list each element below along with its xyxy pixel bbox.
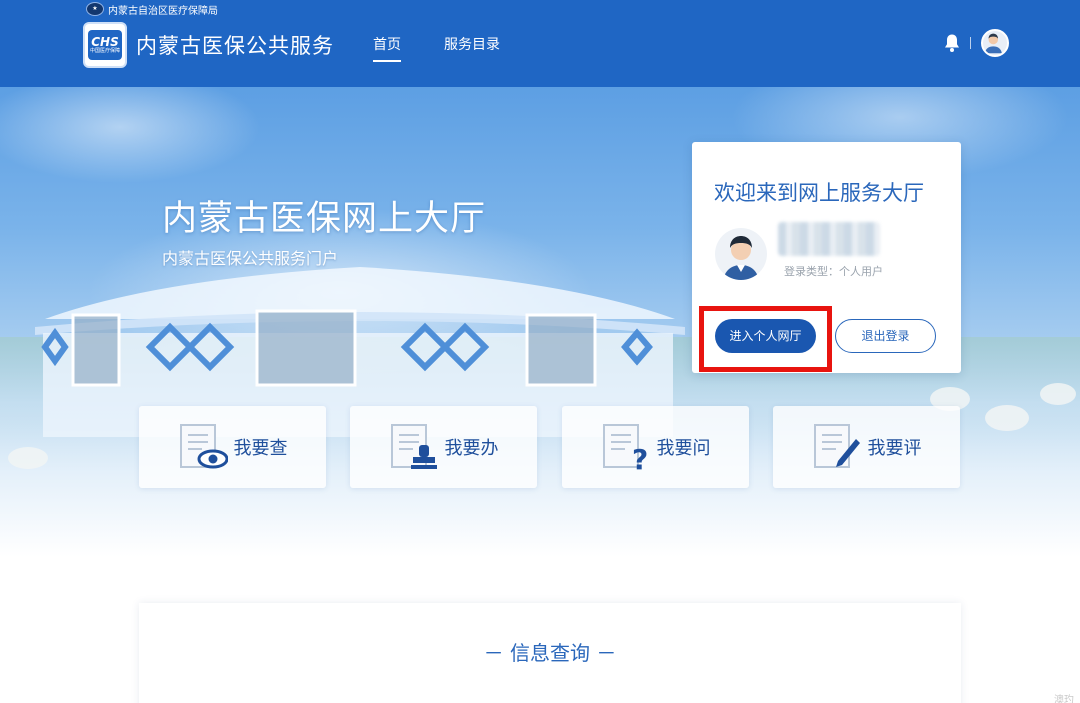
service-label: 我要查 [233,438,288,459]
doc-stamp-icon [390,424,437,469]
login-type-label: 登录类型：个人用户 [784,265,883,278]
chs-logo-text: CHS [91,34,119,49]
sheep-decoration [8,447,48,469]
doc-pen-icon [813,424,860,468]
blurred-username [778,222,880,256]
notification-bell-icon[interactable] [943,33,961,53]
user-avatar-icon [723,236,759,280]
svg-text:?: ? [632,443,648,471]
service-tile-evaluate[interactable]: 我要评 [773,406,960,488]
hero-title: 内蒙古医保网上大厅 [162,199,487,239]
doc-question-icon: ? [602,424,648,471]
user-avatar [715,228,767,280]
hero-subtitle: 内蒙古医保公共服务门户 [162,249,339,268]
site-title: 内蒙古医保公共服务 [136,34,334,58]
gov-emblem-icon: ★ [86,2,104,16]
sheep-decoration [1040,383,1076,405]
service-tile-ask[interactable]: ? 我要问 [562,406,749,488]
watermark-text: 澳玓 [1054,695,1074,703]
service-label: 我要问 [656,438,711,459]
user-avatar-small[interactable] [981,29,1009,57]
service-label: 我要评 [867,438,922,459]
welcome-heading: 欢迎来到网上服务大厅 [714,181,924,205]
user-avatar-icon [984,33,1002,54]
sheep-decoration [985,405,1029,431]
gov-agency-strip: ★ 内蒙古自治区医疗保障局 [86,0,218,18]
logout-button[interactable]: 退出登录 [835,319,936,353]
highlight-annotation-box [699,306,832,372]
chs-logo-mark: CHS 中国医疗保障 [88,30,122,60]
info-query-section: － 信息查询 － [139,603,961,703]
header-divider [970,37,971,49]
top-navigation-bar: ★ 内蒙古自治区医疗保障局 CHS 中国医疗保障 内蒙古医保公共服务 首页 服务… [0,0,1080,87]
doc-eye-icon [179,424,228,469]
chs-logo[interactable]: CHS 中国医疗保障 [83,22,127,68]
gov-agency-name: 内蒙古自治区医疗保障局 [108,5,218,17]
service-label: 我要办 [444,438,499,459]
chs-logo-subtext: 中国医疗保障 [89,47,120,54]
service-tile-handle[interactable]: 我要办 [350,406,537,488]
info-query-title: － 信息查询 － [483,641,617,665]
service-tile-query[interactable]: 我要查 [139,406,326,488]
nav-service-catalog[interactable]: 服务目录 [444,34,500,54]
nav-home[interactable]: 首页 [373,34,401,62]
